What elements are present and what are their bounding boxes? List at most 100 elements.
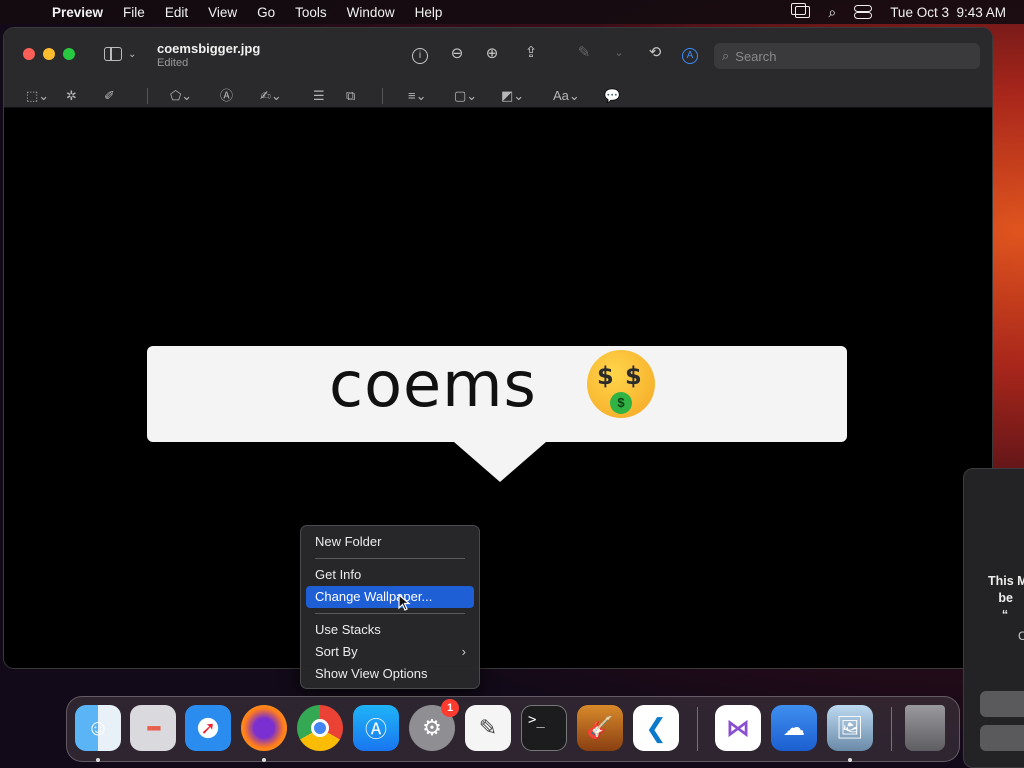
shape-style-icon[interactable]: ≡⌄ <box>408 86 426 106</box>
window-toolbar: ⌄ coemsbigger.jpg Edited i ⊖ ⊕ ⇪ ✎ ⌄ ⟲ A… <box>4 28 992 108</box>
text-style-label: Aa <box>553 88 569 103</box>
menu-edit[interactable]: Edit <box>165 5 188 20</box>
spotlight-search-icon[interactable]: ⌕ <box>828 4 836 21</box>
markup-icon: A <box>682 48 698 64</box>
menu-app-preview[interactable]: Preview <box>52 5 103 20</box>
text-tool-icon[interactable]: Ⓐ <box>220 86 233 106</box>
menu-file[interactable]: File <box>123 5 145 20</box>
menu-item-get-info[interactable]: Get Info <box>306 564 474 586</box>
share-button[interactable]: ⇪ <box>520 43 542 63</box>
dock-divider <box>697 707 698 751</box>
control-center-icon[interactable] <box>854 5 873 19</box>
notification-badge: 1 <box>441 699 459 717</box>
running-indicator <box>262 758 266 762</box>
menu-tools[interactable]: Tools <box>295 5 327 20</box>
highlight-pen-button[interactable]: ✎ <box>573 43 595 63</box>
chevron-down-icon: ⌄ <box>128 48 137 60</box>
emoji-right-eye: $ <box>625 362 642 390</box>
selection-tool-icon[interactable]: ⬚⌄ <box>26 86 49 106</box>
menu-window[interactable]: Window <box>347 5 395 20</box>
traffic-lights <box>23 48 75 60</box>
partial-alert-dialog: This M be “ C <box>963 468 1024 768</box>
speech-bubble-tail <box>454 442 546 482</box>
dock-trash-icon[interactable] <box>905 705 945 751</box>
text-style-button[interactable]: Aa⌄ <box>553 86 580 106</box>
dock-chrome-icon[interactable] <box>297 705 343 751</box>
document-title[interactable]: coemsbigger.jpg <box>157 41 260 56</box>
adjust-color-icon[interactable]: ☰ <box>313 86 325 106</box>
adjust-size-icon[interactable]: ⧉ <box>346 86 355 106</box>
menu-help[interactable]: Help <box>415 5 443 20</box>
info-icon: i <box>412 48 428 64</box>
menu-separator <box>315 558 465 559</box>
zoom-out-button[interactable]: ⊖ <box>446 44 468 64</box>
markup-toolbar: ⬚⌄ ✲ ✐ ⬠⌄ Ⓐ ✍⌄ ☰ ⧉ ≡⌄ ▢⌄ ◩⌄ Aa⌄ 💬 <box>4 84 992 108</box>
emoji-tongue: $ <box>610 392 632 414</box>
dialog-button-primary[interactable] <box>980 691 1024 717</box>
menu-separator <box>315 613 465 614</box>
sidebar-toggle-button[interactable]: ⌄ <box>104 44 144 64</box>
chevron-right-icon: › <box>461 644 466 659</box>
dialog-button-secondary[interactable] <box>980 725 1024 751</box>
border-color-icon[interactable]: ▢⌄ <box>454 86 477 106</box>
instant-alpha-icon[interactable]: ✲ <box>66 86 77 106</box>
menu-item-change-wallpaper[interactable]: Change Wallpaper... <box>306 586 474 608</box>
dock-preview-icon[interactable]: 🖼 <box>827 705 873 751</box>
highlight-menu-chevron-icon[interactable]: ⌄ <box>608 43 630 63</box>
markup-button[interactable]: A <box>679 44 701 64</box>
menu-bar-extras: ⌕ Tue Oct 3 9:43 AM <box>791 0 1006 24</box>
running-indicator <box>848 758 852 762</box>
minimize-button[interactable] <box>43 48 55 60</box>
desktop-context-menu: New Folder Get Info Change Wallpaper... … <box>300 525 480 689</box>
bubble-text: coems <box>329 348 537 421</box>
dock-safari-icon[interactable]: ➚ <box>185 705 231 751</box>
dock-launchpad-icon[interactable]: ▪▪▪ <box>130 705 176 751</box>
dock-finder-icon[interactable]: ☺ <box>75 705 121 751</box>
sidebar-icon <box>104 47 122 61</box>
info-button[interactable]: i <box>409 44 431 64</box>
dock-garageband-icon[interactable]: 🎸 <box>577 705 623 751</box>
dock-weather-icon[interactable]: ☁ <box>771 705 817 751</box>
sort-by-label: Sort By <box>315 644 358 659</box>
menu-item-show-view-options[interactable]: Show View Options <box>306 663 474 685</box>
dock-system-settings-icon[interactable]: ⚙ 1 <box>409 699 459 751</box>
screen-mirroring-icon[interactable] <box>791 3 811 18</box>
dock: ☺ ▪▪▪ ➚ Ⓐ ⚙ 1 ✎ >_ 🎸 ❮ ⋈ ☁ 🖼 <box>66 696 960 762</box>
dock-visual-studio-icon[interactable]: ⋈ <box>715 705 761 751</box>
search-field[interactable]: ⌕ <box>714 43 980 69</box>
money-mouth-emoji: $ $ $ <box>587 350 655 418</box>
preview-window: ⌄ coemsbigger.jpg Edited i ⊖ ⊕ ⇪ ✎ ⌄ ⟲ A… <box>4 28 992 668</box>
menu-bar-clock[interactable]: Tue Oct 3 9:43 AM <box>890 5 1006 20</box>
menu-item-new-folder[interactable]: New Folder <box>306 531 474 553</box>
dock-app-store-icon[interactable]: Ⓐ <box>353 705 399 751</box>
rotate-button[interactable]: ⟲ <box>644 43 666 63</box>
dialog-message: This M be “ <box>988 574 1024 622</box>
document-status: Edited <box>157 57 189 69</box>
search-input[interactable] <box>735 48 956 64</box>
zoom-button[interactable] <box>63 48 75 60</box>
dock-firefox-icon[interactable] <box>241 705 287 751</box>
speech-bubble: coems $ $ $ <box>147 346 847 442</box>
fill-color-icon[interactable]: ◩⌄ <box>501 86 524 106</box>
emoji-left-eye: $ <box>597 362 614 390</box>
dock-divider <box>891 707 892 751</box>
dock-textedit-icon[interactable]: ✎ <box>465 705 511 751</box>
running-indicator <box>96 758 100 762</box>
image-canvas[interactable]: coems $ $ $ <box>4 108 992 668</box>
dock-terminal-icon[interactable]: >_ <box>521 705 567 751</box>
menu-item-use-stacks[interactable]: Use Stacks <box>306 619 474 641</box>
annotate-icon[interactable]: 💬 <box>604 86 620 106</box>
signature-tool-icon[interactable]: ✍⌄ <box>260 86 282 106</box>
menu-go[interactable]: Go <box>257 5 275 20</box>
menu-bar: Preview File Edit View Go Tools Window H… <box>0 0 1024 24</box>
menu-view[interactable]: View <box>208 5 237 20</box>
dock-vscode-icon[interactable]: ❮ <box>633 705 679 751</box>
zoom-in-button[interactable]: ⊕ <box>481 44 503 64</box>
menu-item-sort-by[interactable]: Sort By › <box>306 641 474 663</box>
sketch-tool-icon[interactable]: ✐ <box>104 86 115 106</box>
close-button[interactable] <box>23 48 35 60</box>
shapes-tool-icon[interactable]: ⬠⌄ <box>170 86 192 106</box>
dialog-subtext: C <box>1018 629 1024 643</box>
toolbar-divider <box>147 88 148 104</box>
mouse-cursor-icon <box>398 594 411 611</box>
